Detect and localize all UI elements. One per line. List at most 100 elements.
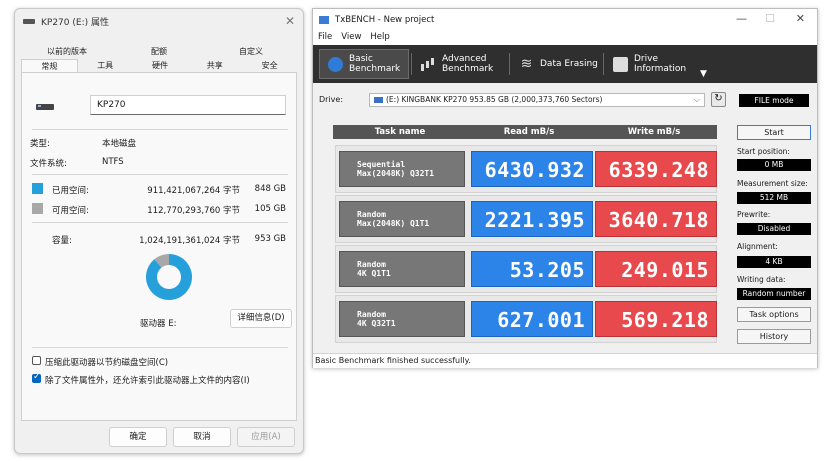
result-row: Random Max(2048K) Q1T1 2221.395 3640.718 [335, 195, 717, 243]
task-name-line2: 4K Q1T1 [357, 269, 391, 278]
menu-view[interactable]: View [341, 31, 361, 45]
tab-customize[interactable]: 自定义 [205, 45, 297, 59]
result-row: Random 4K Q32T1 627.001 569.218 [335, 295, 717, 343]
task-name-line1: Sequential [357, 160, 406, 169]
used-space-swatch [32, 183, 43, 194]
tab-security[interactable]: 安全 [242, 59, 297, 72]
menu-bar: File View Help [313, 31, 817, 45]
divider [32, 347, 288, 348]
results-header: Task name Read mB/s Write mB/s [333, 125, 717, 139]
cancel-button[interactable]: 取消 [173, 427, 231, 447]
divider [411, 53, 412, 75]
divider [509, 53, 510, 75]
window-title: TxBENCH - New project [335, 15, 435, 25]
read-value: 2221.395 [471, 201, 593, 237]
divider [603, 53, 604, 75]
header-write: Write mB/s [627, 127, 681, 137]
write-value: 6339.248 [595, 151, 717, 187]
basic-benchmark-button[interactable]: Basic Benchmark [319, 49, 409, 79]
writing-data-value[interactable]: Random number [737, 288, 811, 300]
task-name: Random Max(2048K) Q1T1 [339, 201, 465, 237]
alignment-label: Alignment: [737, 242, 778, 251]
button-label: Data Erasing [540, 59, 598, 69]
index-checkbox[interactable] [32, 372, 41, 383]
details-button[interactable]: 详细信息(D) [230, 309, 292, 328]
drive-info-icon [613, 56, 628, 72]
data-erasing-button[interactable]: ≋ Data Erasing [511, 49, 601, 79]
apply-button[interactable]: 应用(A) [237, 427, 295, 447]
stopwatch-icon [328, 56, 343, 72]
free-space-swatch [32, 203, 43, 214]
menu-file[interactable]: File [318, 31, 332, 45]
txbench-titlebar: TxBENCH - New project — ☐ ✕ [313, 9, 817, 31]
button-label: Advanced [442, 54, 487, 64]
start-position-label: Start position: [737, 147, 790, 156]
read-value: 53.205 [471, 251, 593, 287]
filesystem-value: NTFS [102, 157, 124, 167]
read-value: 6430.932 [471, 151, 593, 187]
drive-label: Drive: [319, 95, 344, 104]
measurement-size-value[interactable]: 512 MB [737, 192, 811, 204]
properties-dialog: KP270 (E:) 属性 ✕ 以前的版本 配额 自定义 常规 工具 硬件 共享… [14, 8, 304, 454]
task-name-line2: Max(2048K) Q32T1 [357, 169, 435, 178]
task-name: Random 4K Q32T1 [339, 301, 465, 337]
drive-letter-label: 驱动器 E: [140, 319, 177, 329]
tab-hardware[interactable]: 硬件 [133, 59, 188, 72]
prewrite-value[interactable]: Disabled [737, 223, 811, 235]
drive-name-input[interactable]: KP270 [90, 95, 286, 115]
close-icon[interactable]: ✕ [796, 12, 805, 25]
eraser-icon: ≋ [520, 55, 533, 72]
tab-row-bottom: 常规 工具 硬件 共享 安全 [21, 59, 297, 73]
maximize-icon[interactable]: ☐ [765, 12, 775, 25]
task-name: Random 4K Q1T1 [339, 251, 465, 287]
write-value: 569.218 [595, 301, 717, 337]
tab-row-top: 以前的版本 配额 自定义 [21, 45, 297, 59]
drive-select[interactable]: (E:) KINGBANK KP270 953.85 GB (2,000,373… [369, 93, 705, 107]
free-space-bytes: 112,770,293,760 字节 [147, 206, 240, 216]
start-button[interactable]: Start [737, 125, 811, 140]
minimize-icon[interactable]: — [736, 12, 747, 25]
app-icon [319, 16, 329, 24]
button-label: Drive [634, 54, 658, 64]
result-row: Random 4K Q1T1 53.205 249.015 [335, 245, 717, 293]
task-name-line2: 4K Q32T1 [357, 319, 396, 328]
tab-quota[interactable]: 配额 [113, 45, 205, 59]
task-name: Sequential Max(2048K) Q32T1 [339, 151, 465, 187]
drive-icon [36, 104, 54, 110]
drive-select-value: (E:) KINGBANK KP270 953.85 GB (2,000,373… [386, 95, 603, 104]
advanced-benchmark-button[interactable]: Advanced Benchmark [413, 49, 507, 79]
write-value: 249.015 [595, 251, 717, 287]
chevron-down-icon: ⌵ [693, 95, 700, 104]
tab-general[interactable]: 常规 [21, 59, 78, 72]
tab-sharing[interactable]: 共享 [187, 59, 242, 72]
start-position-value[interactable]: 0 MB [737, 159, 811, 171]
compress-checkbox[interactable] [32, 356, 41, 365]
divider [32, 222, 288, 223]
writing-data-label: Writing data: [737, 275, 786, 284]
task-name-line2: Max(2048K) Q1T1 [357, 219, 430, 228]
refresh-icon[interactable]: ↻ [711, 92, 726, 107]
prewrite-label: Prewrite: [737, 210, 771, 219]
tab-tools[interactable]: 工具 [78, 59, 133, 72]
tab-previous-versions[interactable]: 以前的版本 [21, 45, 113, 59]
compress-label: 压缩此驱动器以节约磁盘空间(C) [45, 358, 169, 368]
capacity-bytes: 1,024,191,361,024 字节 [139, 236, 240, 246]
dropdown-arrow-icon[interactable]: ▼ [700, 69, 707, 79]
capacity-label: 容量: [52, 236, 72, 246]
type-label: 类型: [30, 139, 50, 149]
task-name-line1: Random [357, 310, 386, 319]
close-icon[interactable]: ✕ [285, 14, 295, 28]
dialog-title: KP270 (E:) 属性 [41, 17, 109, 28]
index-label: 除了文件属性外，还允许索引此驱动器上文件的内容(I) [45, 376, 250, 386]
alignment-value[interactable]: 4 KB [737, 256, 811, 268]
task-options-button[interactable]: Task options [737, 307, 811, 322]
ok-button[interactable]: 确定 [109, 427, 167, 447]
menu-help[interactable]: Help [370, 31, 389, 45]
bar-chart-icon [421, 57, 436, 72]
result-row: Sequential Max(2048K) Q32T1 6430.932 6339… [335, 145, 717, 193]
file-mode-indicator: FILE mode [739, 94, 809, 107]
drive-information-button[interactable]: Drive Information [605, 49, 695, 79]
free-space-gb: 105 GB [254, 204, 286, 214]
button-label: Benchmark [349, 64, 401, 74]
history-button[interactable]: History [737, 329, 811, 344]
